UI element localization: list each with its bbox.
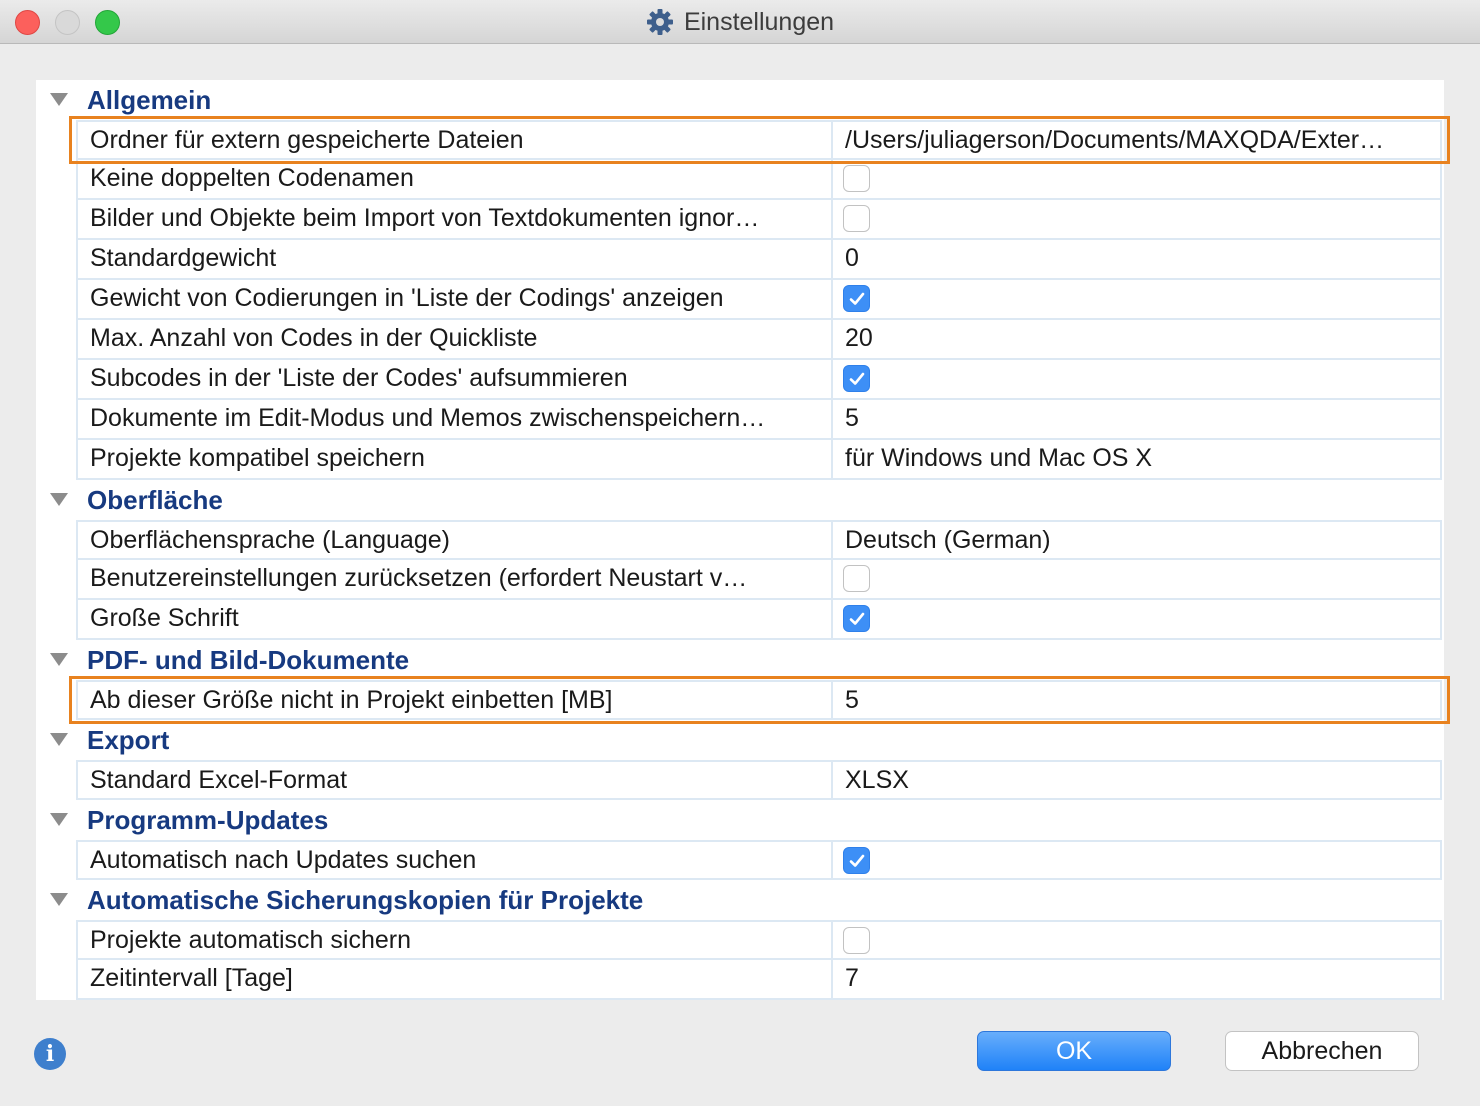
setting-value-cell: [832, 280, 1442, 320]
setting-value-field[interactable]: 0: [832, 240, 1442, 280]
section-title: Automatische Sicherungskopien für Projek…: [87, 885, 644, 915]
setting-row: Keine doppelten Codenamen: [36, 160, 1444, 200]
ok-button[interactable]: OK: [977, 1031, 1171, 1071]
setting-row: Oberflächensprache (Language) Deutsch (Ge…: [36, 520, 1444, 560]
checkbox-unchecked[interactable]: [843, 205, 870, 232]
cancel-button[interactable]: Abbrechen: [1225, 1031, 1419, 1071]
setting-label: Projekte kompatibel speichern: [76, 440, 832, 480]
setting-row: Subcodes in der 'Liste der Codes' aufsum…: [36, 360, 1444, 400]
section-header[interactable]: Programm-Updates: [36, 800, 1444, 840]
setting-label: Standard Excel-Format: [76, 760, 832, 800]
checkmark-icon: [849, 854, 865, 867]
setting-value-cell: [832, 160, 1442, 200]
checkbox-unchecked[interactable]: [843, 565, 870, 592]
setting-row: Ab dieser Größe nicht in Projekt einbett…: [36, 680, 1444, 720]
setting-label: Keine doppelten Codenamen: [76, 160, 832, 200]
setting-label: Projekte automatisch sichern: [76, 920, 832, 960]
setting-label: Ordner für extern gespeicherte Dateien: [76, 120, 832, 160]
setting-label: Max. Anzahl von Codes in der Quickliste: [76, 320, 832, 360]
setting-label: Standardgewicht: [76, 240, 832, 280]
setting-label: Benutzereinstellungen zurücksetzen (erfo…: [76, 560, 832, 600]
settings-rows: Allgemein Ordner für extern gespeicherte …: [36, 80, 1444, 1000]
window-title: Einstellungen: [0, 0, 1480, 44]
setting-value-cell: [832, 560, 1442, 600]
setting-row: Max. Anzahl von Codes in der Quickliste 2…: [36, 320, 1444, 360]
setting-row: Standardgewicht 0: [36, 240, 1444, 280]
setting-value-field[interactable]: 20: [832, 320, 1442, 360]
checkbox-checked[interactable]: [843, 285, 870, 312]
section-header[interactable]: Automatische Sicherungskopien für Projek…: [36, 880, 1444, 920]
setting-label: Zeitintervall [Tage]: [76, 960, 832, 1000]
setting-row: Projekte automatisch sichern: [36, 920, 1444, 960]
setting-value-field[interactable]: 5: [832, 400, 1442, 440]
setting-row: Zeitintervall [Tage] 7: [36, 960, 1444, 1000]
section-header[interactable]: Allgemein: [36, 80, 1444, 120]
setting-label: Automatisch nach Updates suchen: [76, 840, 832, 880]
section-header[interactable]: Oberfläche: [36, 480, 1444, 520]
disclosure-triangle-icon[interactable]: [50, 653, 68, 666]
setting-row: Große Schrift: [36, 600, 1444, 640]
setting-value-field[interactable]: 7: [832, 960, 1442, 1000]
setting-label: Subcodes in der 'Liste der Codes' aufsum…: [76, 360, 832, 400]
disclosure-triangle-icon[interactable]: [50, 93, 68, 106]
setting-value-cell: [832, 840, 1442, 880]
settings-window: Einstellungen Allgemein Ordner für extern…: [0, 0, 1480, 1106]
section-title: Programm-Updates: [87, 805, 329, 835]
setting-row: Benutzereinstellungen zurücksetzen (erfo…: [36, 560, 1444, 600]
section-title: Allgemein: [87, 85, 212, 115]
checkmark-icon: [849, 292, 865, 305]
settings-table: Allgemein Ordner für extern gespeicherte …: [36, 80, 1444, 1000]
setting-label: Gewicht von Codierungen in 'Liste der Co…: [76, 280, 832, 320]
disclosure-triangle-icon[interactable]: [50, 493, 68, 506]
setting-value-field[interactable]: für Windows und Mac OS X: [832, 440, 1442, 480]
disclosure-triangle-icon[interactable]: [50, 813, 68, 826]
setting-value-field[interactable]: Deutsch (German): [832, 520, 1442, 560]
setting-row: Dokumente im Edit-Modus und Memos zwisch…: [36, 400, 1444, 440]
setting-row: Automatisch nach Updates suchen: [36, 840, 1444, 880]
setting-label: Dokumente im Edit-Modus und Memos zwisch…: [76, 400, 832, 440]
section-title: PDF- und Bild-Dokumente: [87, 645, 410, 675]
setting-row: Ordner für extern gespeicherte Dateien/U…: [36, 120, 1444, 160]
setting-row: Bilder und Objekte beim Import von Textd…: [36, 200, 1444, 240]
setting-row: Projekte kompatibel speichern für Windows…: [36, 440, 1444, 480]
checkbox-unchecked[interactable]: [843, 165, 870, 192]
gear-icon: [646, 9, 673, 35]
setting-value-field[interactable]: 5: [832, 680, 1442, 720]
title-bar: Einstellungen: [0, 0, 1480, 44]
setting-label: Bilder und Objekte beim Import von Textd…: [76, 200, 832, 240]
setting-label: Ab dieser Größe nicht in Projekt einbett…: [76, 680, 832, 720]
setting-label: Große Schrift: [76, 600, 832, 640]
disclosure-triangle-icon[interactable]: [50, 893, 68, 906]
section-header[interactable]: Export: [36, 720, 1444, 760]
setting-row: Gewicht von Codierungen in 'Liste der Co…: [36, 280, 1444, 320]
section-title: Oberfläche: [87, 485, 223, 515]
section-header[interactable]: PDF- und Bild-Dokumente: [36, 640, 1444, 680]
disclosure-triangle-icon[interactable]: [50, 733, 68, 746]
checkbox-checked[interactable]: [843, 365, 870, 392]
checkbox-unchecked[interactable]: [843, 927, 870, 954]
checkbox-checked[interactable]: [843, 605, 870, 632]
checkmark-icon: [849, 612, 865, 625]
setting-value-field[interactable]: /Users/juliagerson/Documents/MAXQDA/Exte…: [832, 120, 1442, 160]
checkmark-icon: [849, 372, 865, 385]
setting-value-cell: [832, 920, 1442, 960]
checkbox-checked[interactable]: [843, 847, 870, 874]
setting-value-cell: [832, 600, 1442, 640]
section-title: Export: [87, 725, 170, 755]
setting-value-field[interactable]: XLSX: [832, 760, 1442, 800]
setting-label: Oberflächensprache (Language): [76, 520, 832, 560]
setting-value-cell: [832, 360, 1442, 400]
setting-row: Standard Excel-Format XLSX: [36, 760, 1444, 800]
window-title-text: Einstellungen: [683, 7, 835, 36]
setting-value-cell: [832, 200, 1442, 240]
info-icon[interactable]: i: [34, 1038, 66, 1070]
